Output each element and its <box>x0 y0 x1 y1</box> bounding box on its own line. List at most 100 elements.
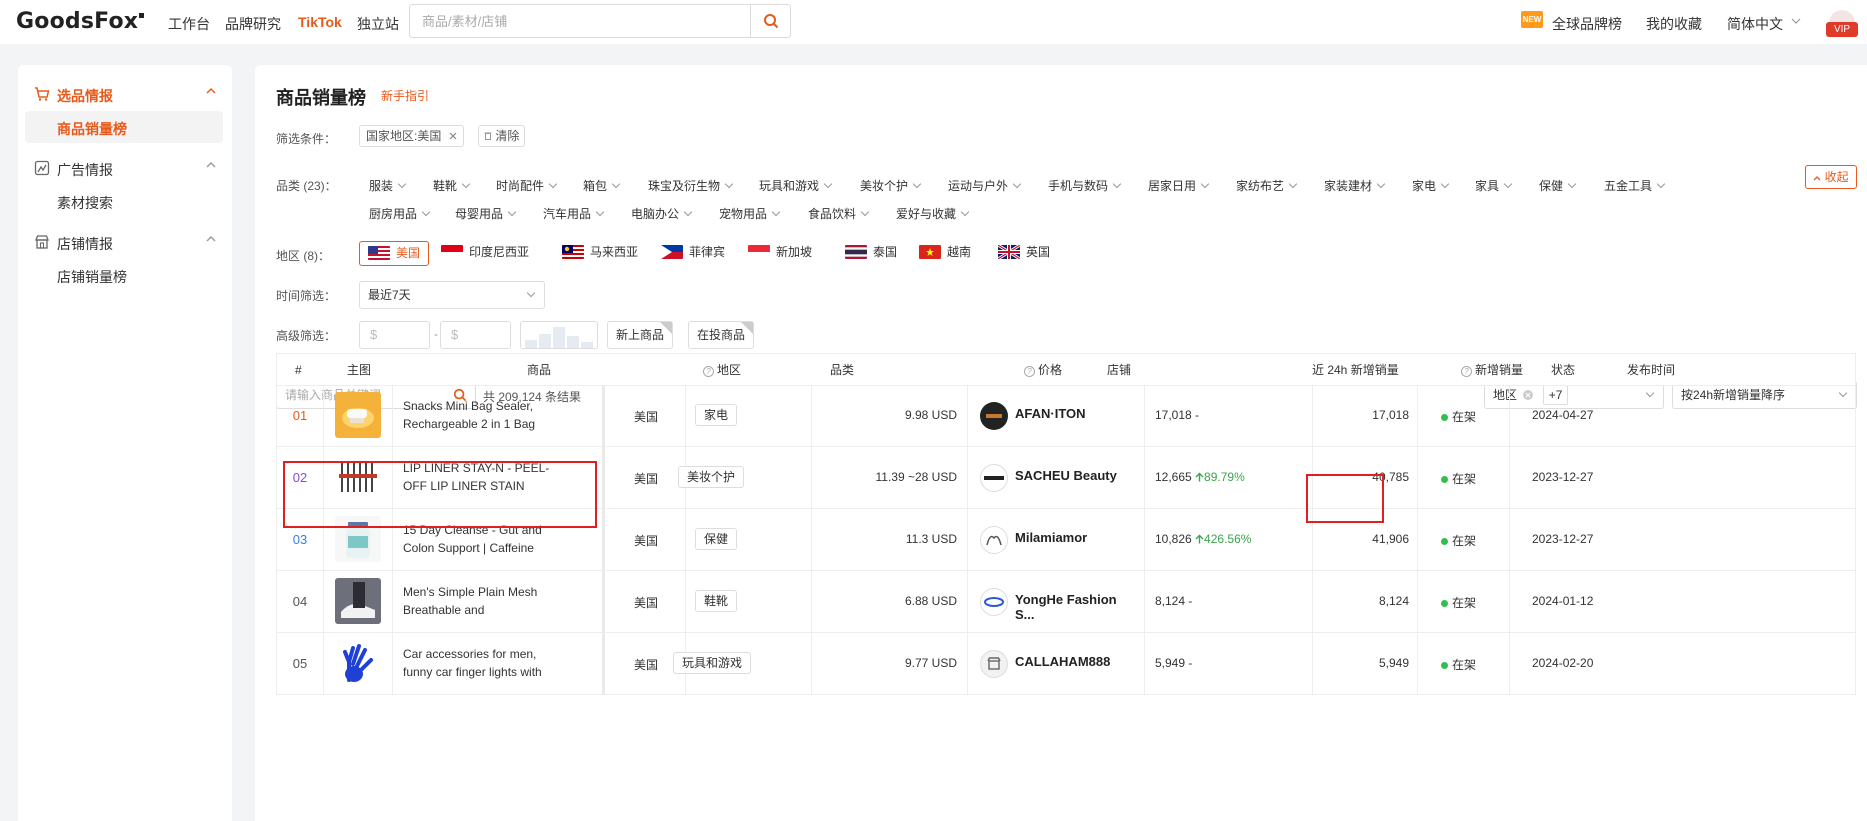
category-item[interactable]: 珠宝及衍生物 <box>648 177 734 194</box>
category-item[interactable]: 厨房用品 <box>369 205 431 222</box>
category-tag: 家电 <box>695 404 738 426</box>
beginner-guide-link[interactable]: 新手指引 <box>381 87 429 104</box>
category-item[interactable]: 食品饮料 <box>808 205 870 222</box>
global-search-input[interactable] <box>410 5 750 37</box>
shop-logo[interactable] <box>980 402 1008 430</box>
category-item[interactable]: 家电 <box>1412 177 1450 194</box>
category-item[interactable]: 玩具和游戏 <box>759 177 833 194</box>
category-item[interactable]: 家纺布艺 <box>1236 177 1298 194</box>
region-thailand[interactable]: 泰国 <box>837 241 905 266</box>
sidebar-item-product-sales-rank[interactable]: 商品销量榜 <box>25 111 223 143</box>
max-price-input[interactable]: $ <box>440 321 511 349</box>
product-region: 美国 <box>634 658 659 672</box>
shop-name[interactable]: Milamiamor <box>1015 530 1135 545</box>
region-us[interactable]: 美国 <box>359 241 430 266</box>
shop-logo[interactable] <box>980 650 1008 678</box>
sidebar: 选品情报 商品销量榜 广告情报 素材搜索 店铺情报 店铺销量榜 <box>18 65 232 821</box>
price-distribution-histogram[interactable] <box>520 321 598 349</box>
product-name[interactable]: Snacks Mini Bag Sealer, Rechargeable 2 i… <box>403 397 553 435</box>
category-item[interactable]: 箱包 <box>583 177 621 194</box>
search-button[interactable] <box>750 5 790 37</box>
shop-logo[interactable] <box>980 526 1008 554</box>
advertising-products-toggle[interactable]: 在投商品 <box>688 321 755 349</box>
table-row[interactable]: 04 Men's Simple Plain Mesh Breathable and… <box>276 571 1856 633</box>
status-dot-icon <box>1441 538 1448 545</box>
goodsfox-logo[interactable]: GoodsFox <box>16 9 145 34</box>
region-malaysia[interactable]: 马来西亚 <box>554 241 646 266</box>
table-row[interactable]: 01 Snacks Mini Bag Sealer, Rechargeable 2… <box>276 385 1856 447</box>
nav-tiktok[interactable]: TikTok <box>298 14 342 30</box>
product-thumbnail[interactable] <box>335 392 381 438</box>
region-indonesia[interactable]: 印度尼西亚 <box>433 241 537 266</box>
collapse-button[interactable]: 收起 <box>1805 165 1857 189</box>
category-item[interactable]: 美妆个护 <box>860 177 922 194</box>
sidebar-group-shop-intel[interactable]: 店铺情报 <box>18 226 232 256</box>
clear-filters-button[interactable]: 清除 <box>478 125 526 147</box>
category-item[interactable]: 鞋靴 <box>433 177 471 194</box>
help-icon[interactable]: ? <box>1461 366 1472 377</box>
shop-name[interactable]: AFAN·ITON <box>1015 406 1135 421</box>
product-name[interactable]: Car accessories for men, funny car finge… <box>403 645 553 683</box>
category-item[interactable]: 运动与户外 <box>948 177 1022 194</box>
rank-number: 01 <box>292 408 308 423</box>
global-brand-rank-link[interactable]: 全球品牌榜 <box>1552 14 1622 34</box>
category-item[interactable]: 居家日用 <box>1148 177 1210 194</box>
sidebar-group-ad-intel[interactable]: 广告情报 <box>18 152 232 182</box>
close-icon[interactable] <box>449 132 457 140</box>
arrow-up-icon <box>1195 534 1204 544</box>
category-item[interactable]: 时尚配件 <box>496 177 558 194</box>
time-filter-select[interactable]: 最近7天 <box>359 281 545 309</box>
shop-name[interactable]: YongHe Fashion S... <box>1015 592 1135 622</box>
new-products-toggle[interactable]: 新上商品 <box>607 321 674 349</box>
category-item[interactable]: 家装建材 <box>1324 177 1386 194</box>
chevron-up-icon <box>206 162 216 168</box>
category-item[interactable]: 保健 <box>1539 177 1577 194</box>
region-philippines[interactable]: 菲律宾 <box>653 241 733 266</box>
sidebar-item-shop-sales-rank[interactable]: 店铺销量榜 <box>25 259 223 291</box>
category-item[interactable]: 爱好与收藏 <box>896 205 970 222</box>
col-publish-date[interactable]: 发布时间 <box>1627 354 1675 387</box>
nav-independent-site[interactable]: 独立站 <box>357 14 399 34</box>
product-thumbnail[interactable] <box>335 640 381 686</box>
col-sales-24h[interactable]: 近 24h 新增销量 <box>1312 354 1399 387</box>
region-vietnam[interactable]: 越南 <box>911 241 979 266</box>
col-new-sales[interactable]: ? 新增销量 <box>1461 354 1523 387</box>
table-row[interactable]: 05 Car accessories for men, funny car fin… <box>276 633 1856 695</box>
my-favorites-link[interactable]: 我的收藏 <box>1646 14 1702 34</box>
region-singapore[interactable]: 新加坡 <box>740 241 820 266</box>
nav-workbench[interactable]: 工作台 <box>168 14 210 34</box>
category-item[interactable]: 服装 <box>369 177 407 194</box>
shop-name[interactable]: CALLAHAM888 <box>1015 654 1135 669</box>
help-icon[interactable]: ? <box>703 366 714 377</box>
sidebar-item-material-search[interactable]: 素材搜索 <box>25 185 223 217</box>
category-item[interactable]: 五金工具 <box>1604 177 1666 194</box>
shop-logo[interactable] <box>980 464 1008 492</box>
shop-logo[interactable] <box>980 588 1008 616</box>
singapore-flag-icon <box>748 245 770 259</box>
category-item[interactable]: 汽车用品 <box>543 205 605 222</box>
category-tag: 鞋靴 <box>695 590 738 612</box>
category-item[interactable]: 电脑办公 <box>631 205 693 222</box>
filter-chip-region[interactable]: 国家地区:美国 <box>359 125 464 147</box>
nav-brand-research[interactable]: 品牌研究 <box>225 14 281 34</box>
category-item[interactable]: 家具 <box>1475 177 1513 194</box>
category-item[interactable]: 手机与数码 <box>1048 177 1122 194</box>
status-dot-icon <box>1441 600 1448 607</box>
region-uk[interactable]: 英国 <box>990 241 1058 266</box>
chevron-down-icon <box>1656 179 1666 189</box>
chevron-up-icon <box>206 88 216 94</box>
shop-name[interactable]: SACHEU Beauty <box>1015 468 1135 483</box>
product-name[interactable]: Men's Simple Plain Mesh Breathable and C… <box>403 583 553 621</box>
sales-24h: 12,665 89.79% <box>1155 470 1245 484</box>
category-item[interactable]: 宠物用品 <box>719 205 781 222</box>
publish-date: 2024-01-12 <box>1532 594 1594 608</box>
product-thumbnail[interactable] <box>335 578 381 624</box>
min-price-input[interactable]: $ <box>359 321 430 349</box>
language-select[interactable]: 简体中文 <box>1727 14 1783 34</box>
product-price: 9.98 USD <box>904 408 957 422</box>
rank-number: 05 <box>292 656 308 671</box>
category-item[interactable]: 母婴用品 <box>455 205 517 222</box>
chevron-down-icon <box>611 179 621 189</box>
sidebar-group-product-intel[interactable]: 选品情报 <box>18 78 232 108</box>
help-icon[interactable]: ? <box>1024 366 1035 377</box>
